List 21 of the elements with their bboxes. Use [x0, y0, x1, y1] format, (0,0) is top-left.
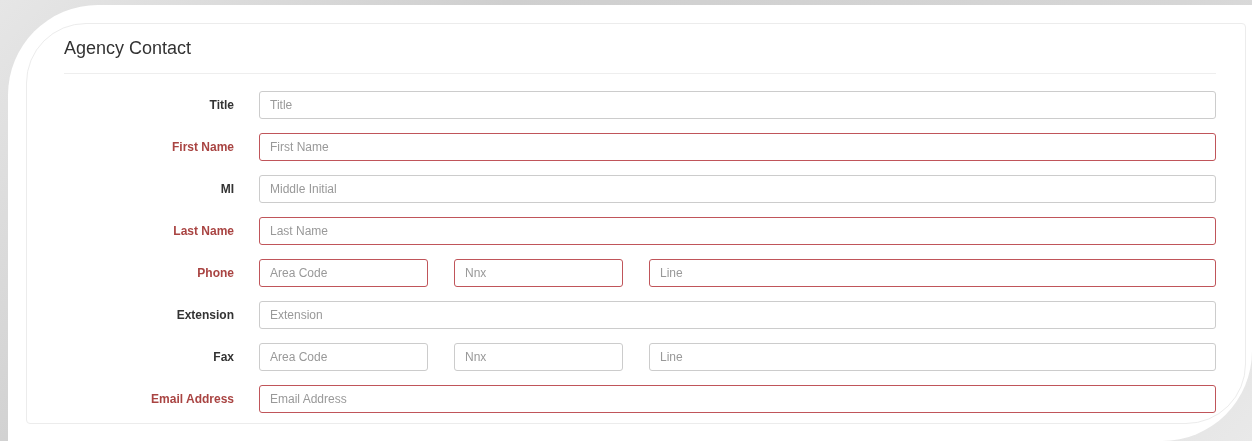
panel-title: Agency Contact	[64, 36, 1216, 74]
input-field[interactable]: First Name	[259, 133, 1216, 161]
field-label: Fax	[212, 350, 234, 364]
input-field[interactable]: Title	[259, 91, 1216, 119]
input-field[interactable]: Email Address	[259, 385, 1216, 413]
input-field[interactable]: Last Name	[259, 217, 1216, 245]
field-label: Title	[208, 98, 234, 112]
input-field[interactable]: Line	[649, 259, 1216, 287]
input-field[interactable]: Extension	[259, 301, 1216, 329]
input-field[interactable]: Nnx	[454, 343, 623, 371]
input-field[interactable]: Area Code	[259, 259, 428, 287]
field-label: Extension	[175, 308, 234, 322]
input-field[interactable]: Middle Initial	[259, 175, 1216, 203]
field-label: Email Address	[150, 392, 234, 406]
input-field[interactable]: Area Code	[259, 343, 428, 371]
field-label: Last Name	[172, 224, 234, 238]
field-label: First Name	[170, 140, 234, 154]
field-label: Phone	[196, 266, 234, 280]
input-field[interactable]: Line	[649, 343, 1216, 371]
input-field[interactable]: Nnx	[454, 259, 623, 287]
field-label: MI	[219, 182, 234, 196]
